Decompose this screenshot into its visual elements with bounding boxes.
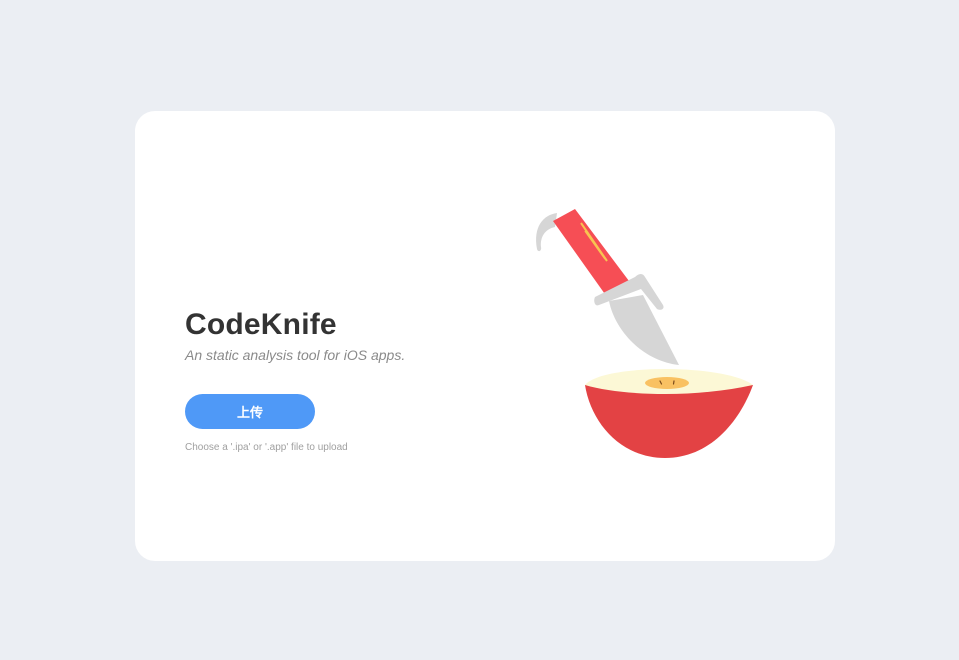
apple-core <box>645 377 689 389</box>
upload-card: CodeKnife An static analysis tool for iO… <box>135 111 835 561</box>
apple-icon <box>585 369 753 458</box>
upload-hint: Choose a '.ipa' or '.app' file to upload <box>185 442 348 453</box>
apple-skin <box>585 385 753 458</box>
knife-blade <box>609 295 679 365</box>
knife-apple-illustration <box>536 209 753 458</box>
knife-handle <box>553 209 629 297</box>
knife-hook <box>536 213 557 252</box>
upload-button[interactable]: 上传 <box>185 394 315 429</box>
knife-icon <box>536 209 679 365</box>
app-title: CodeKnife <box>185 308 337 341</box>
app-subtitle: An static analysis tool for iOS apps. <box>185 347 406 363</box>
apple-seed <box>672 380 675 385</box>
